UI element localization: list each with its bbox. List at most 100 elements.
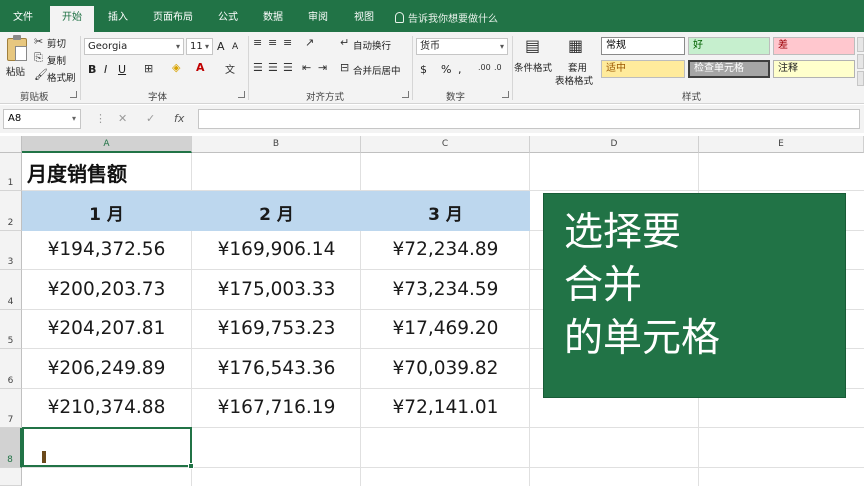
tab-page-layout[interactable]: 页面布局: [144, 7, 202, 32]
tab-file[interactable]: 文件: [2, 7, 44, 32]
fill-color-icon[interactable]: ◈: [172, 61, 180, 74]
style-bad[interactable]: 差: [773, 37, 855, 55]
copy-button[interactable]: 复制: [47, 53, 66, 67]
formula-input[interactable]: [198, 109, 860, 129]
row-header-8[interactable]: 8: [0, 428, 22, 468]
column-header-d[interactable]: D: [530, 136, 699, 153]
data-cell[interactable]: ¥169,906.14: [192, 239, 361, 260]
column-header-b[interactable]: B: [192, 136, 361, 153]
active-cell-a8[interactable]: [22, 427, 192, 467]
data-cell[interactable]: ¥175,003.33: [192, 279, 361, 300]
column-header-c[interactable]: C: [361, 136, 530, 153]
data-cell[interactable]: ¥70,039.82: [361, 358, 530, 379]
callout-line-2: 合并: [564, 263, 643, 308]
row-header-2[interactable]: 2: [0, 191, 22, 231]
style-normal[interactable]: 常规: [601, 37, 685, 55]
tell-me-box[interactable]: 告诉我你想要做什么: [395, 10, 498, 25]
merge-center-button[interactable]: 合并后居中: [353, 63, 401, 77]
row-header-9[interactable]: [0, 468, 22, 486]
style-neutral[interactable]: 适中: [601, 60, 685, 78]
number-format-select[interactable]: 货币: [416, 38, 508, 55]
phonetic-icon[interactable]: 文: [225, 61, 235, 76]
align-center-icon[interactable]: ☰: [268, 61, 278, 74]
paste-icon[interactable]: [7, 35, 27, 61]
sheet-title-cell[interactable]: 月度销售额: [27, 158, 127, 187]
tab-home[interactable]: 开始: [50, 6, 94, 32]
align-right-icon[interactable]: ☰: [283, 61, 293, 74]
tab-data[interactable]: 数据: [253, 7, 293, 32]
paste-button[interactable]: 粘贴: [6, 64, 25, 78]
conditional-format-button[interactable]: 条件格式: [514, 60, 552, 74]
insert-function-icon[interactable]: fx: [174, 112, 184, 125]
align-bottom-icon[interactable]: ≡: [283, 36, 292, 49]
data-cell[interactable]: ¥206,249.89: [22, 358, 191, 379]
column-header-e[interactable]: E: [699, 136, 864, 153]
align-top-icon[interactable]: ≡: [253, 36, 262, 49]
tab-insert[interactable]: 插入: [98, 7, 138, 32]
column-header-a[interactable]: A: [22, 136, 192, 153]
bold-button[interactable]: B: [88, 63, 96, 76]
decrease-indent-icon[interactable]: ⇤: [302, 61, 311, 74]
decrease-decimal-icon[interactable]: .0: [494, 63, 502, 72]
alignment-launcher-icon[interactable]: [402, 91, 409, 98]
currency-button[interactable]: $: [420, 63, 427, 76]
number-launcher-icon[interactable]: [502, 91, 509, 98]
data-cell[interactable]: ¥73,234.59: [361, 279, 530, 300]
data-cell[interactable]: ¥72,234.89: [361, 239, 530, 260]
align-middle-icon[interactable]: ≡: [268, 36, 277, 49]
italic-button[interactable]: I: [104, 63, 107, 76]
row-header-3[interactable]: 3: [0, 231, 22, 270]
tab-review[interactable]: 审阅: [298, 7, 338, 32]
borders-icon[interactable]: ⊞: [144, 62, 153, 75]
styles-scroll-up[interactable]: [857, 37, 864, 52]
data-cell[interactable]: ¥210,374.88: [22, 397, 191, 418]
comma-button[interactable]: ,: [458, 63, 462, 76]
font-size-select[interactable]: 11: [186, 38, 213, 55]
row-header-5[interactable]: 5: [0, 310, 22, 349]
data-cell[interactable]: ¥167,716.19: [192, 397, 361, 418]
cut-button[interactable]: 剪切: [47, 36, 66, 50]
enter-icon[interactable]: ✓: [146, 112, 155, 125]
row-header-4[interactable]: 4: [0, 270, 22, 310]
name-box[interactable]: A8: [3, 109, 81, 129]
table-format-label-1[interactable]: 套用: [568, 60, 587, 74]
style-good[interactable]: 好: [688, 37, 770, 55]
percent-button[interactable]: %: [441, 63, 451, 76]
tab-formulas[interactable]: 公式: [208, 7, 248, 32]
font-launcher-icon[interactable]: [238, 91, 245, 98]
font-name-select[interactable]: Georgia: [84, 38, 184, 55]
row-header-7[interactable]: 7: [0, 389, 22, 428]
table-format-label-2[interactable]: 表格格式: [555, 73, 593, 87]
data-cell[interactable]: ¥200,203.73: [22, 279, 191, 300]
data-cell[interactable]: ¥194,372.56: [22, 239, 191, 260]
data-cell[interactable]: ¥169,753.23: [192, 318, 361, 339]
styles-scroll-down[interactable]: [857, 54, 864, 69]
grow-font-button[interactable]: A: [217, 40, 225, 53]
select-all-corner[interactable]: [0, 136, 22, 153]
data-cell[interactable]: ¥204,207.81: [22, 318, 191, 339]
row-header-1[interactable]: 1: [0, 153, 22, 191]
style-check-cell[interactable]: 检查单元格: [688, 60, 770, 78]
data-cell[interactable]: ¥72,141.01: [361, 397, 530, 418]
format-painter-button[interactable]: 格式刷: [47, 70, 76, 84]
orientation-icon[interactable]: ↗: [305, 36, 314, 49]
header-cell-month-1[interactable]: 1 月: [22, 200, 191, 225]
fill-handle[interactable]: [188, 463, 194, 469]
row-header-6[interactable]: 6: [0, 349, 22, 389]
cancel-icon[interactable]: ✕: [118, 112, 127, 125]
header-cell-month-2[interactable]: 2 月: [192, 200, 361, 225]
data-cell[interactable]: ¥17,469.20: [361, 318, 530, 339]
align-left-icon[interactable]: ☰: [253, 61, 263, 74]
wrap-text-button[interactable]: 自动换行: [353, 38, 391, 52]
data-cell[interactable]: ¥176,543.36: [192, 358, 361, 379]
style-note[interactable]: 注释: [773, 60, 855, 78]
clipboard-launcher-icon[interactable]: [70, 91, 77, 98]
tab-view[interactable]: 视图: [344, 7, 384, 32]
increase-indent-icon[interactable]: ⇥: [318, 61, 327, 74]
font-color-icon[interactable]: A: [196, 61, 205, 74]
shrink-font-button[interactable]: A: [232, 42, 238, 52]
increase-decimal-icon[interactable]: .00: [478, 63, 491, 72]
underline-button[interactable]: U: [118, 63, 126, 76]
header-cell-month-3[interactable]: 3 月: [361, 200, 530, 225]
styles-more[interactable]: [857, 71, 864, 86]
